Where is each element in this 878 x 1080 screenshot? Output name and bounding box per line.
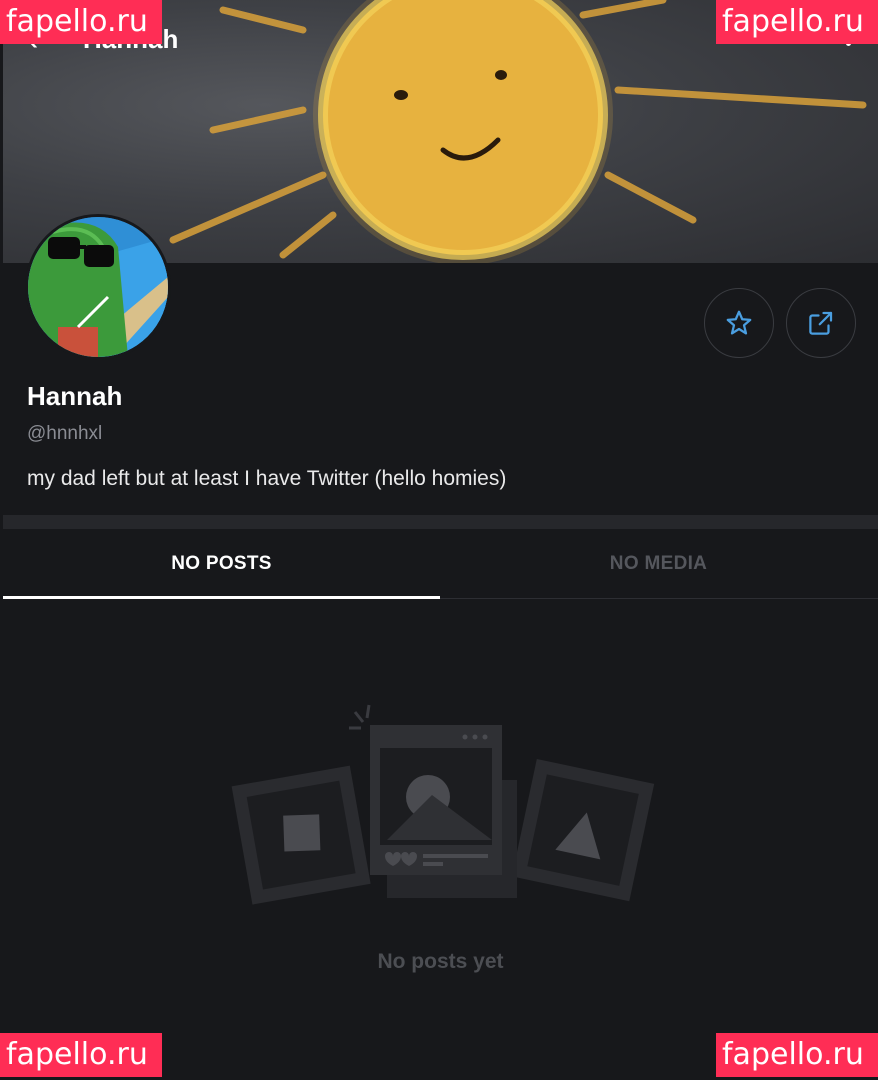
profile-page: ‹ Hannah: [3, 0, 878, 1080]
avatar[interactable]: [25, 214, 171, 360]
star-icon: [726, 310, 752, 335]
watermark: fapello.ru: [0, 0, 162, 44]
section-divider: [3, 515, 878, 529]
favorite-button[interactable]: [704, 288, 774, 358]
profile-bio: my dad left but at least I have Twitter …: [27, 467, 507, 490]
tab-media[interactable]: NO MEDIA: [440, 529, 877, 599]
active-tab-indicator: [3, 596, 440, 599]
empty-posts-illustration: [231, 704, 655, 905]
watermark: fapello.ru: [716, 1033, 878, 1077]
share-button[interactable]: [786, 288, 856, 358]
tab-posts[interactable]: NO POSTS: [3, 529, 440, 599]
profile-name: Hannah: [27, 381, 123, 411]
watermark: fapello.ru: [716, 0, 878, 44]
content-tabs: NO POSTS NO MEDIA: [3, 529, 878, 599]
watermark: fapello.ru: [0, 1033, 162, 1077]
empty-state-message: No posts yet: [377, 950, 504, 973]
profile-handle: @hnnhxl: [27, 423, 103, 444]
share-icon: [809, 311, 833, 335]
